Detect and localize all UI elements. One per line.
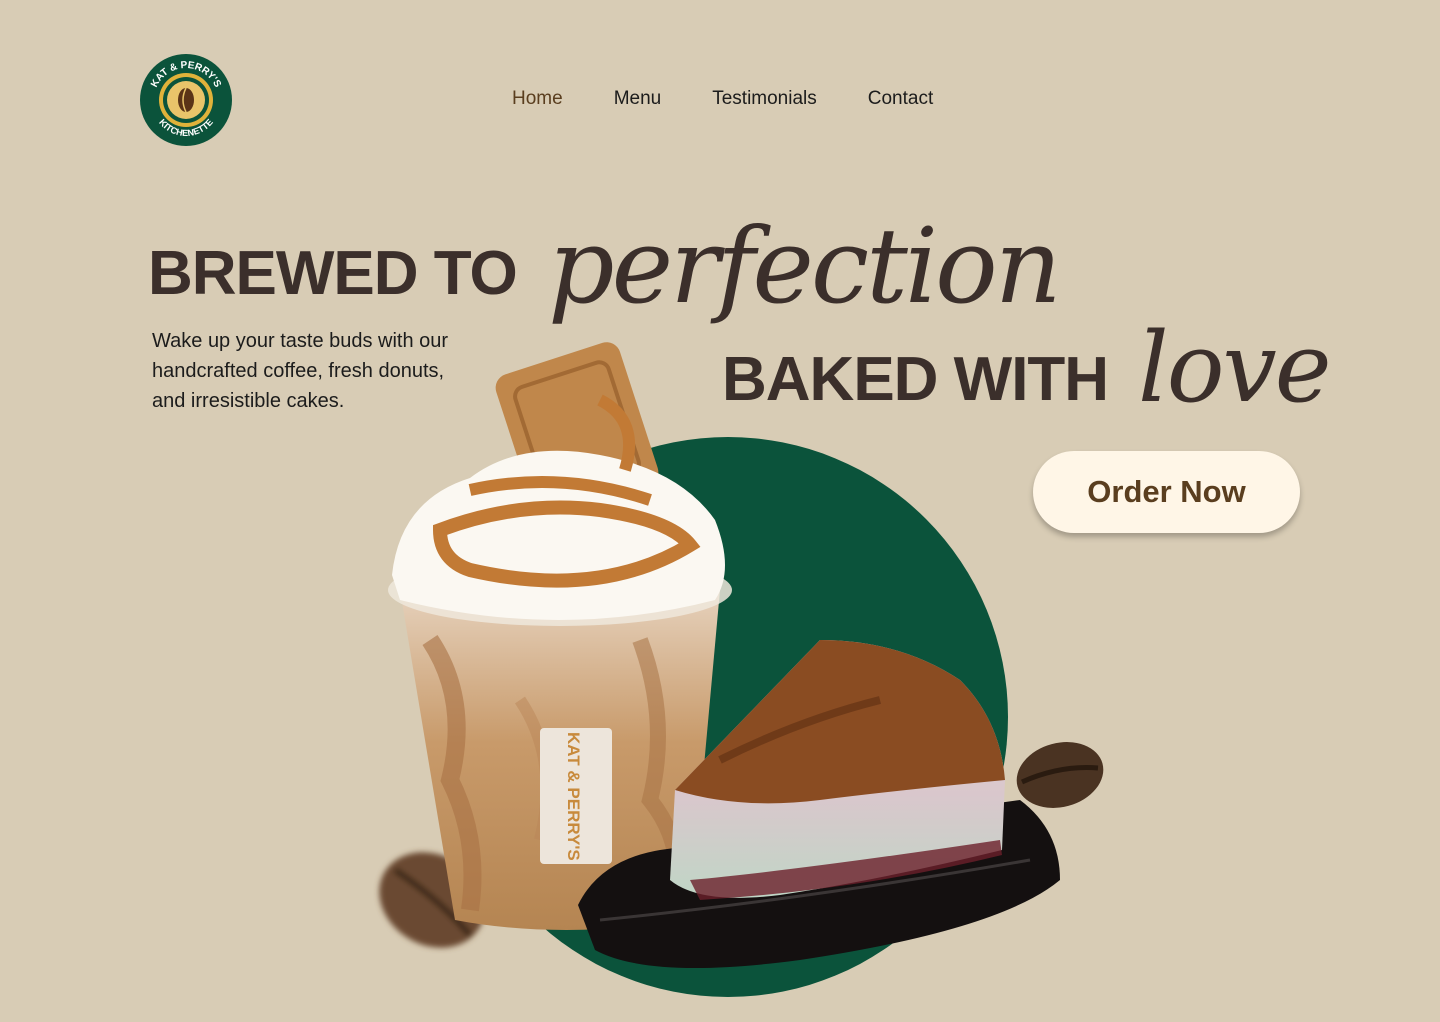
- coffee-bean-left: [379, 852, 485, 948]
- main-nav: Home Menu Testimonials Contact: [512, 88, 933, 110]
- hero-circle-backdrop: [448, 437, 1008, 997]
- headline-love-script: love: [1138, 312, 1332, 424]
- nav-menu[interactable]: Menu: [614, 88, 662, 110]
- coffee-bean-right: [1016, 742, 1104, 808]
- headline-brewed: BREWED TO: [148, 239, 518, 308]
- nav-contact[interactable]: Contact: [868, 88, 933, 110]
- brand-logo[interactable]: KAT & PERRY'S KITCHENETTE: [140, 54, 232, 146]
- headline-perfection-script: perfection: [548, 205, 1062, 327]
- hero-tagline: Wake up your taste buds with our handcra…: [152, 330, 449, 412]
- order-now-button[interactable]: Order Now: [1033, 451, 1300, 533]
- nav-testimonials[interactable]: Testimonials: [712, 88, 817, 110]
- headline-baked: BAKED WITH: [722, 345, 1109, 414]
- nav-home[interactable]: Home: [512, 88, 563, 110]
